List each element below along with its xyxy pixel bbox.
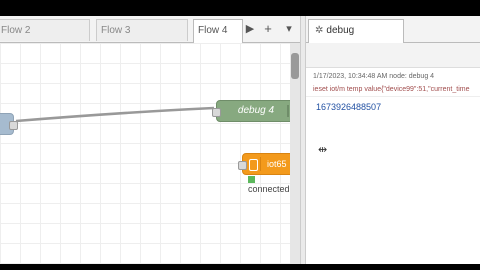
tab-label: Flow 3: [101, 25, 131, 36]
add-flow-button[interactable]: +: [261, 20, 275, 38]
caret-down-icon: ▾: [286, 23, 292, 35]
message-value[interactable]: 1673926488507: [316, 102, 381, 112]
output-port[interactable]: [9, 121, 18, 130]
iot-node[interactable]: iot65: [238, 153, 290, 175]
debug-toggle[interactable]: [287, 105, 289, 117]
canvas-vertical-scrollbar[interactable]: [290, 43, 300, 264]
bottom-black-band: [0, 264, 480, 270]
debug-node[interactable]: debug 4: [212, 100, 290, 122]
node-status: connected: [248, 174, 290, 194]
inject-node[interactable]: [0, 113, 18, 135]
scrollbar-thumb[interactable]: [291, 53, 299, 79]
flow-canvas[interactable]: debug 4 iot65 connected: [0, 43, 290, 264]
scroll-tabs-right-button[interactable]: ▶: [243, 20, 257, 38]
input-port[interactable]: [212, 108, 221, 117]
message-meta: 1/17/2023, 10:34:48 AM node: debug 4: [313, 73, 435, 80]
status-text: connected: [248, 184, 290, 194]
debug-node-label: debug 4: [237, 105, 275, 116]
plus-icon: +: [264, 21, 272, 36]
database-icon: [246, 157, 261, 171]
tab-label: debug: [326, 25, 355, 36]
workspace-tabbar: Flow 2 Flow 3 Flow 4 ▶ + ▾: [0, 16, 300, 43]
top-black-band: [0, 0, 480, 16]
tab-label: Flow 4: [198, 25, 228, 36]
tab-flow-3[interactable]: Flow 3: [96, 19, 188, 41]
flow-menu-button[interactable]: ▾: [282, 20, 296, 38]
divider: [306, 96, 480, 97]
wire[interactable]: [15, 106, 215, 123]
sidebar-tabbar: ✲ debug: [306, 16, 480, 43]
debug-sidebar: ✲ debug 1/17/2023, 10:34:48 AM node: debu…: [306, 16, 480, 264]
tab-debug[interactable]: ✲ debug: [308, 19, 404, 43]
message-topic: ieset iot/m temp value{"device99":51,"cu…: [313, 86, 470, 93]
tab-label: Flow 2: [1, 25, 31, 36]
tab-flow-2[interactable]: Flow 2: [0, 19, 90, 41]
status-dot-icon: [248, 176, 255, 184]
flow-workspace: Flow 2 Flow 3 Flow 4 ▶ + ▾ debug 4 iot65…: [0, 16, 300, 264]
iot-node-label: iot65: [267, 159, 287, 169]
resize-cursor-icon: ⇹: [318, 144, 328, 156]
debug-toolbar: [306, 43, 480, 68]
triangle-right-icon: ▶: [245, 23, 255, 35]
bug-icon: ✲: [315, 25, 324, 36]
tab-flow-4[interactable]: Flow 4: [193, 19, 243, 43]
